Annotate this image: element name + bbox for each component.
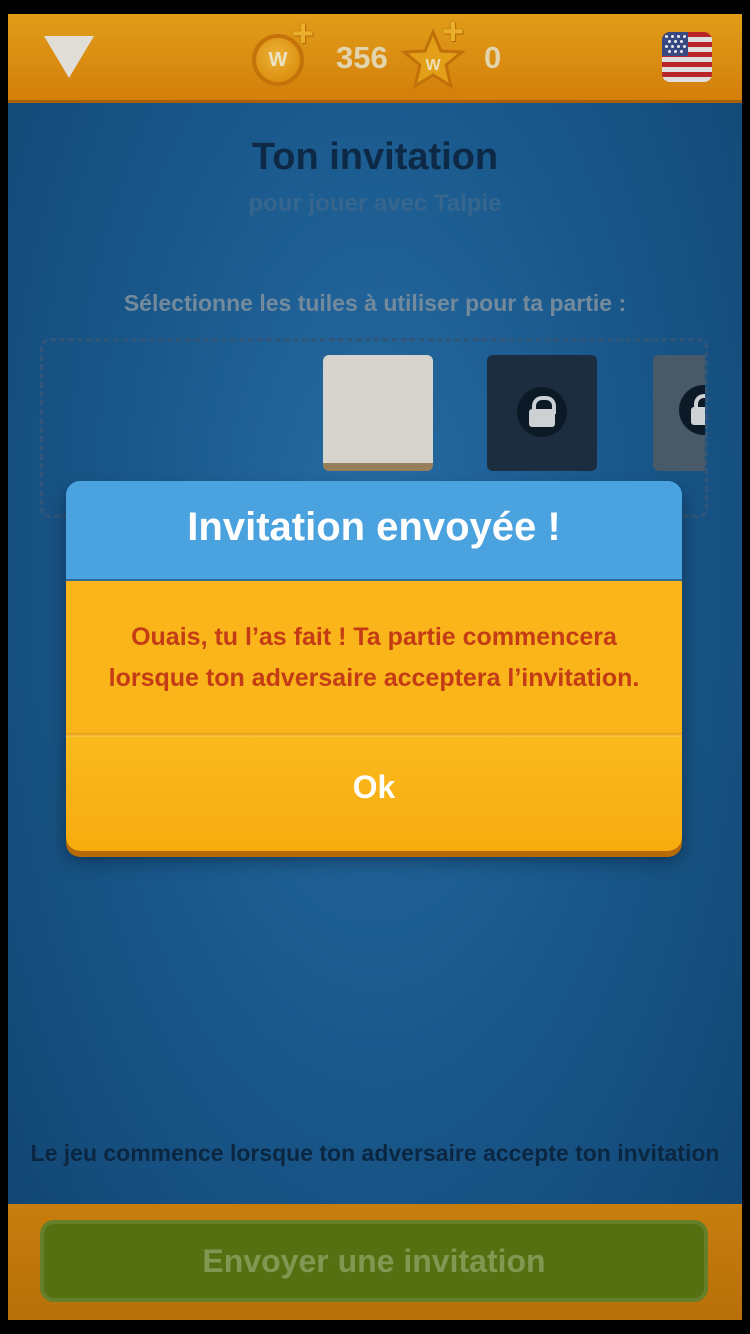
ok-button[interactable]: Ok — [66, 737, 682, 851]
dialog-body: Ouais, tu l’as fait ! Ta partie commence… — [66, 581, 682, 733]
invitation-sent-dialog: Invitation envoyée ! Ouais, tu l’as fait… — [66, 481, 682, 851]
dialog-header: Invitation envoyée ! — [66, 481, 682, 581]
dialog-message: Ouais, tu l’as fait ! Ta partie commence… — [108, 623, 640, 692]
dialog-title: Invitation envoyée ! — [187, 505, 561, 549]
game-screen: W + 356 W + 0 Ton invitation pour jouer … — [8, 14, 742, 1320]
